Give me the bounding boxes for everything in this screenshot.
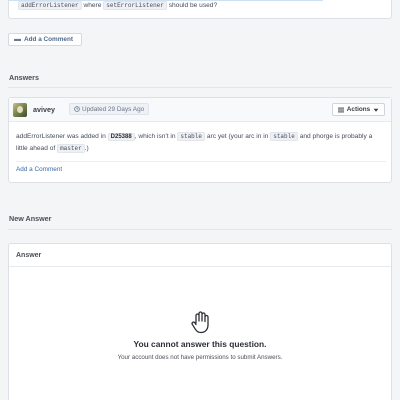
updated-text: Updated 29 Days Ago <box>82 105 145 113</box>
answer-divider <box>16 161 386 162</box>
new-answer-section-title: New Answer <box>9 214 52 223</box>
code-stable-2: stable <box>270 132 298 141</box>
answers-section-rule <box>8 87 392 88</box>
new-answer-card: Answer You cannot answer this question. … <box>8 243 392 400</box>
revision-link[interactable]: D25388 <box>107 133 135 141</box>
question-text-where: where <box>83 2 102 9</box>
permission-title: You cannot answer this question. <box>133 339 267 349</box>
actions-button[interactable]: Actions <box>332 103 385 116</box>
avatar[interactable] <box>13 103 27 117</box>
permission-message: Your account does not have permissions t… <box>117 354 283 361</box>
new-answer-section-rule <box>8 229 392 230</box>
highlight-rule <box>8 0 323 1</box>
code-set-error-listener: setErrorListener <box>103 1 167 10</box>
question-text-line: addErrorListener where setErrorListener … <box>18 1 218 10</box>
answer-username[interactable]: avivey <box>33 105 55 114</box>
answer-add-comment-link[interactable]: Add a Comment <box>16 166 62 173</box>
answer-text-2: , which isn't in <box>134 133 176 140</box>
hand-stop-icon <box>191 311 209 334</box>
caret-down-icon <box>373 108 379 112</box>
bars-icon <box>337 107 344 112</box>
code-add-error-listener: addErrorListener <box>18 1 82 10</box>
answer-text-5: .) <box>84 145 89 152</box>
question-text-should: should be used? <box>168 2 218 9</box>
answer-card-title: Answer <box>16 252 42 259</box>
comment-icon: ▬ <box>14 36 21 43</box>
answer-header: avivey Updated 29 Days Ago Actions <box>9 98 391 122</box>
add-comment-label: Add a Comment <box>24 36 73 43</box>
answer-text-1: addErrorListener was added in <box>16 133 106 140</box>
answer-text-3: arc yet (your arc in in <box>206 133 269 140</box>
actions-label: Actions <box>346 106 371 113</box>
updated-badge: Updated 29 Days Ago <box>69 103 150 115</box>
answers-section-title: Answers <box>9 73 39 82</box>
answer-card: avivey Updated 29 Days Ago Actions addEr… <box>8 97 392 183</box>
answer-body: addErrorListener was added in D25388, wh… <box>16 131 384 155</box>
code-master: master <box>57 144 85 153</box>
answer-card-rule <box>9 266 391 267</box>
clock-icon <box>74 106 80 112</box>
question-add-comment-button[interactable]: ▬ Add a Comment <box>8 33 82 46</box>
code-stable-1: stable <box>177 132 205 141</box>
question-card: addErrorListener where setErrorListener … <box>8 0 392 19</box>
